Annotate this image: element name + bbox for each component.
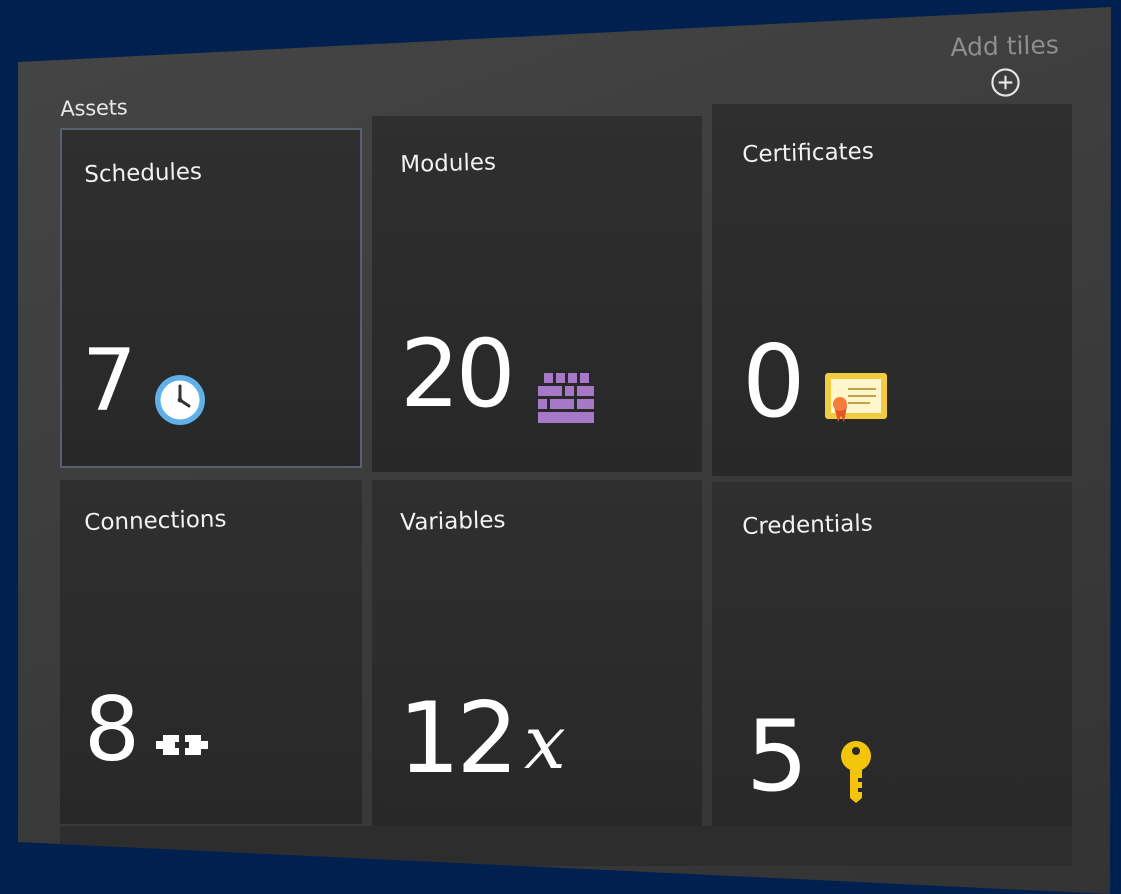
tile-variables[interactable]: Variables 12 x [372, 480, 702, 832]
tile-count: 12 [398, 682, 519, 796]
certificate-icon [825, 373, 887, 422]
bottom-tile-strip [60, 826, 1072, 866]
key-icon [841, 741, 871, 803]
tile-schedules[interactable]: Schedules 7 [60, 128, 362, 468]
tile-count: 8 [84, 678, 140, 781]
assets-panel: Assets Add tiles Schedules 7 Modules 20 [18, 7, 1111, 894]
tile-certificates[interactable]: Certificates 0 [712, 104, 1072, 476]
tile-modules[interactable]: Modules 20 [372, 116, 702, 472]
add-tiles-button[interactable]: Add tiles [950, 30, 1059, 62]
tile-count: 20 [400, 320, 516, 429]
section-title: Assets [60, 95, 128, 121]
tile-title: Certificates [742, 138, 875, 168]
connection-plug-icon [156, 735, 208, 755]
tile-count: 7 [82, 331, 137, 431]
variable-x-icon: x [524, 700, 566, 786]
tile-credentials[interactable]: Credentials 5 [712, 482, 1072, 856]
plus-circle-icon[interactable] [990, 67, 1021, 98]
clock-icon [155, 375, 205, 425]
tile-title: Schedules [84, 158, 203, 188]
tile-count: 0 [742, 323, 806, 440]
modules-grid-icon [538, 373, 594, 423]
tile-title: Variables [400, 507, 506, 536]
tile-connections[interactable]: Connections 8 [60, 480, 362, 824]
tile-count: 5 [746, 700, 808, 814]
tile-title: Connections [84, 506, 227, 536]
tile-title: Modules [400, 149, 497, 178]
tile-title: Credentials [742, 510, 874, 540]
